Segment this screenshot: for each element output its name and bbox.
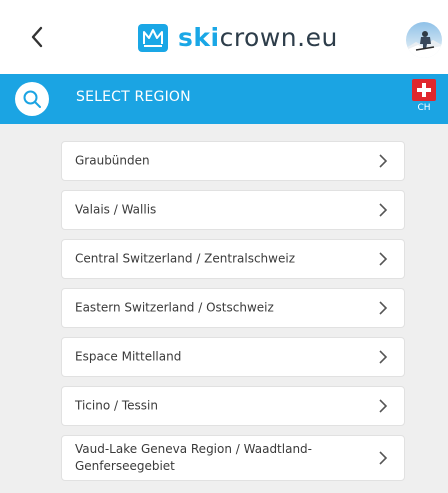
back-button[interactable]: [24, 22, 50, 52]
chevron-right-icon: [379, 301, 388, 315]
select-region-title: SELECT REGION: [76, 89, 191, 105]
chevron-right-icon: [379, 399, 388, 413]
crown-logo-icon: [138, 24, 168, 52]
chevron-right-icon: [379, 350, 388, 364]
select-region-bar: SELECT REGION: [0, 74, 448, 124]
logo-text: skicrown.eu: [178, 22, 338, 54]
region-item[interactable]: Vaud-Lake Geneva Region / Waadtland-Genf…: [61, 435, 405, 481]
chevron-right-icon: [379, 154, 388, 168]
search-button[interactable]: [15, 82, 49, 116]
region-item-label: Vaud-Lake Geneva Region / Waadtland-Genf…: [75, 442, 312, 473]
skicrown-logo[interactable]: skicrown.eu: [138, 22, 338, 54]
chevron-left-icon: [31, 26, 43, 48]
region-item-label: Ticino / Tessin: [75, 398, 158, 413]
chevron-right-icon: [379, 203, 388, 217]
chevron-right-icon: [379, 451, 388, 465]
region-item[interactable]: Central Switzerland / Zentralschweiz: [61, 239, 405, 279]
region-item-label: Central Switzerland / Zentralschweiz: [75, 251, 295, 266]
app-screen: skicrown.eu SELECT REGION CH Graubünden …: [0, 0, 448, 493]
skier-avatar-icon: [406, 31, 442, 58]
chevron-right-icon: [379, 252, 388, 266]
swiss-flag-icon: [412, 79, 436, 101]
top-header: skicrown.eu: [0, 0, 448, 74]
country-code: CH: [417, 103, 431, 113]
region-item[interactable]: Espace Mittelland: [61, 337, 405, 377]
region-item[interactable]: Valais / Wallis: [61, 190, 405, 230]
region-item[interactable]: Graubünden: [61, 141, 405, 181]
region-item-label: Espace Mittelland: [75, 349, 182, 364]
region-item[interactable]: Eastern Switzerland / Ostschweiz: [61, 288, 405, 328]
region-list: Graubünden Valais / Wallis Central Switz…: [61, 141, 405, 490]
user-avatar[interactable]: [406, 22, 442, 58]
logo-text-ski: ski: [178, 23, 220, 52]
region-item-label: Graubünden: [75, 153, 150, 168]
country-selector[interactable]: CH: [406, 79, 442, 119]
search-icon: [23, 90, 41, 108]
region-item[interactable]: Ticino / Tessin: [61, 386, 405, 426]
region-item-label: Valais / Wallis: [75, 202, 157, 217]
region-item-label: Eastern Switzerland / Ostschweiz: [75, 300, 274, 315]
logo-text-domain: crown.eu: [219, 23, 338, 52]
